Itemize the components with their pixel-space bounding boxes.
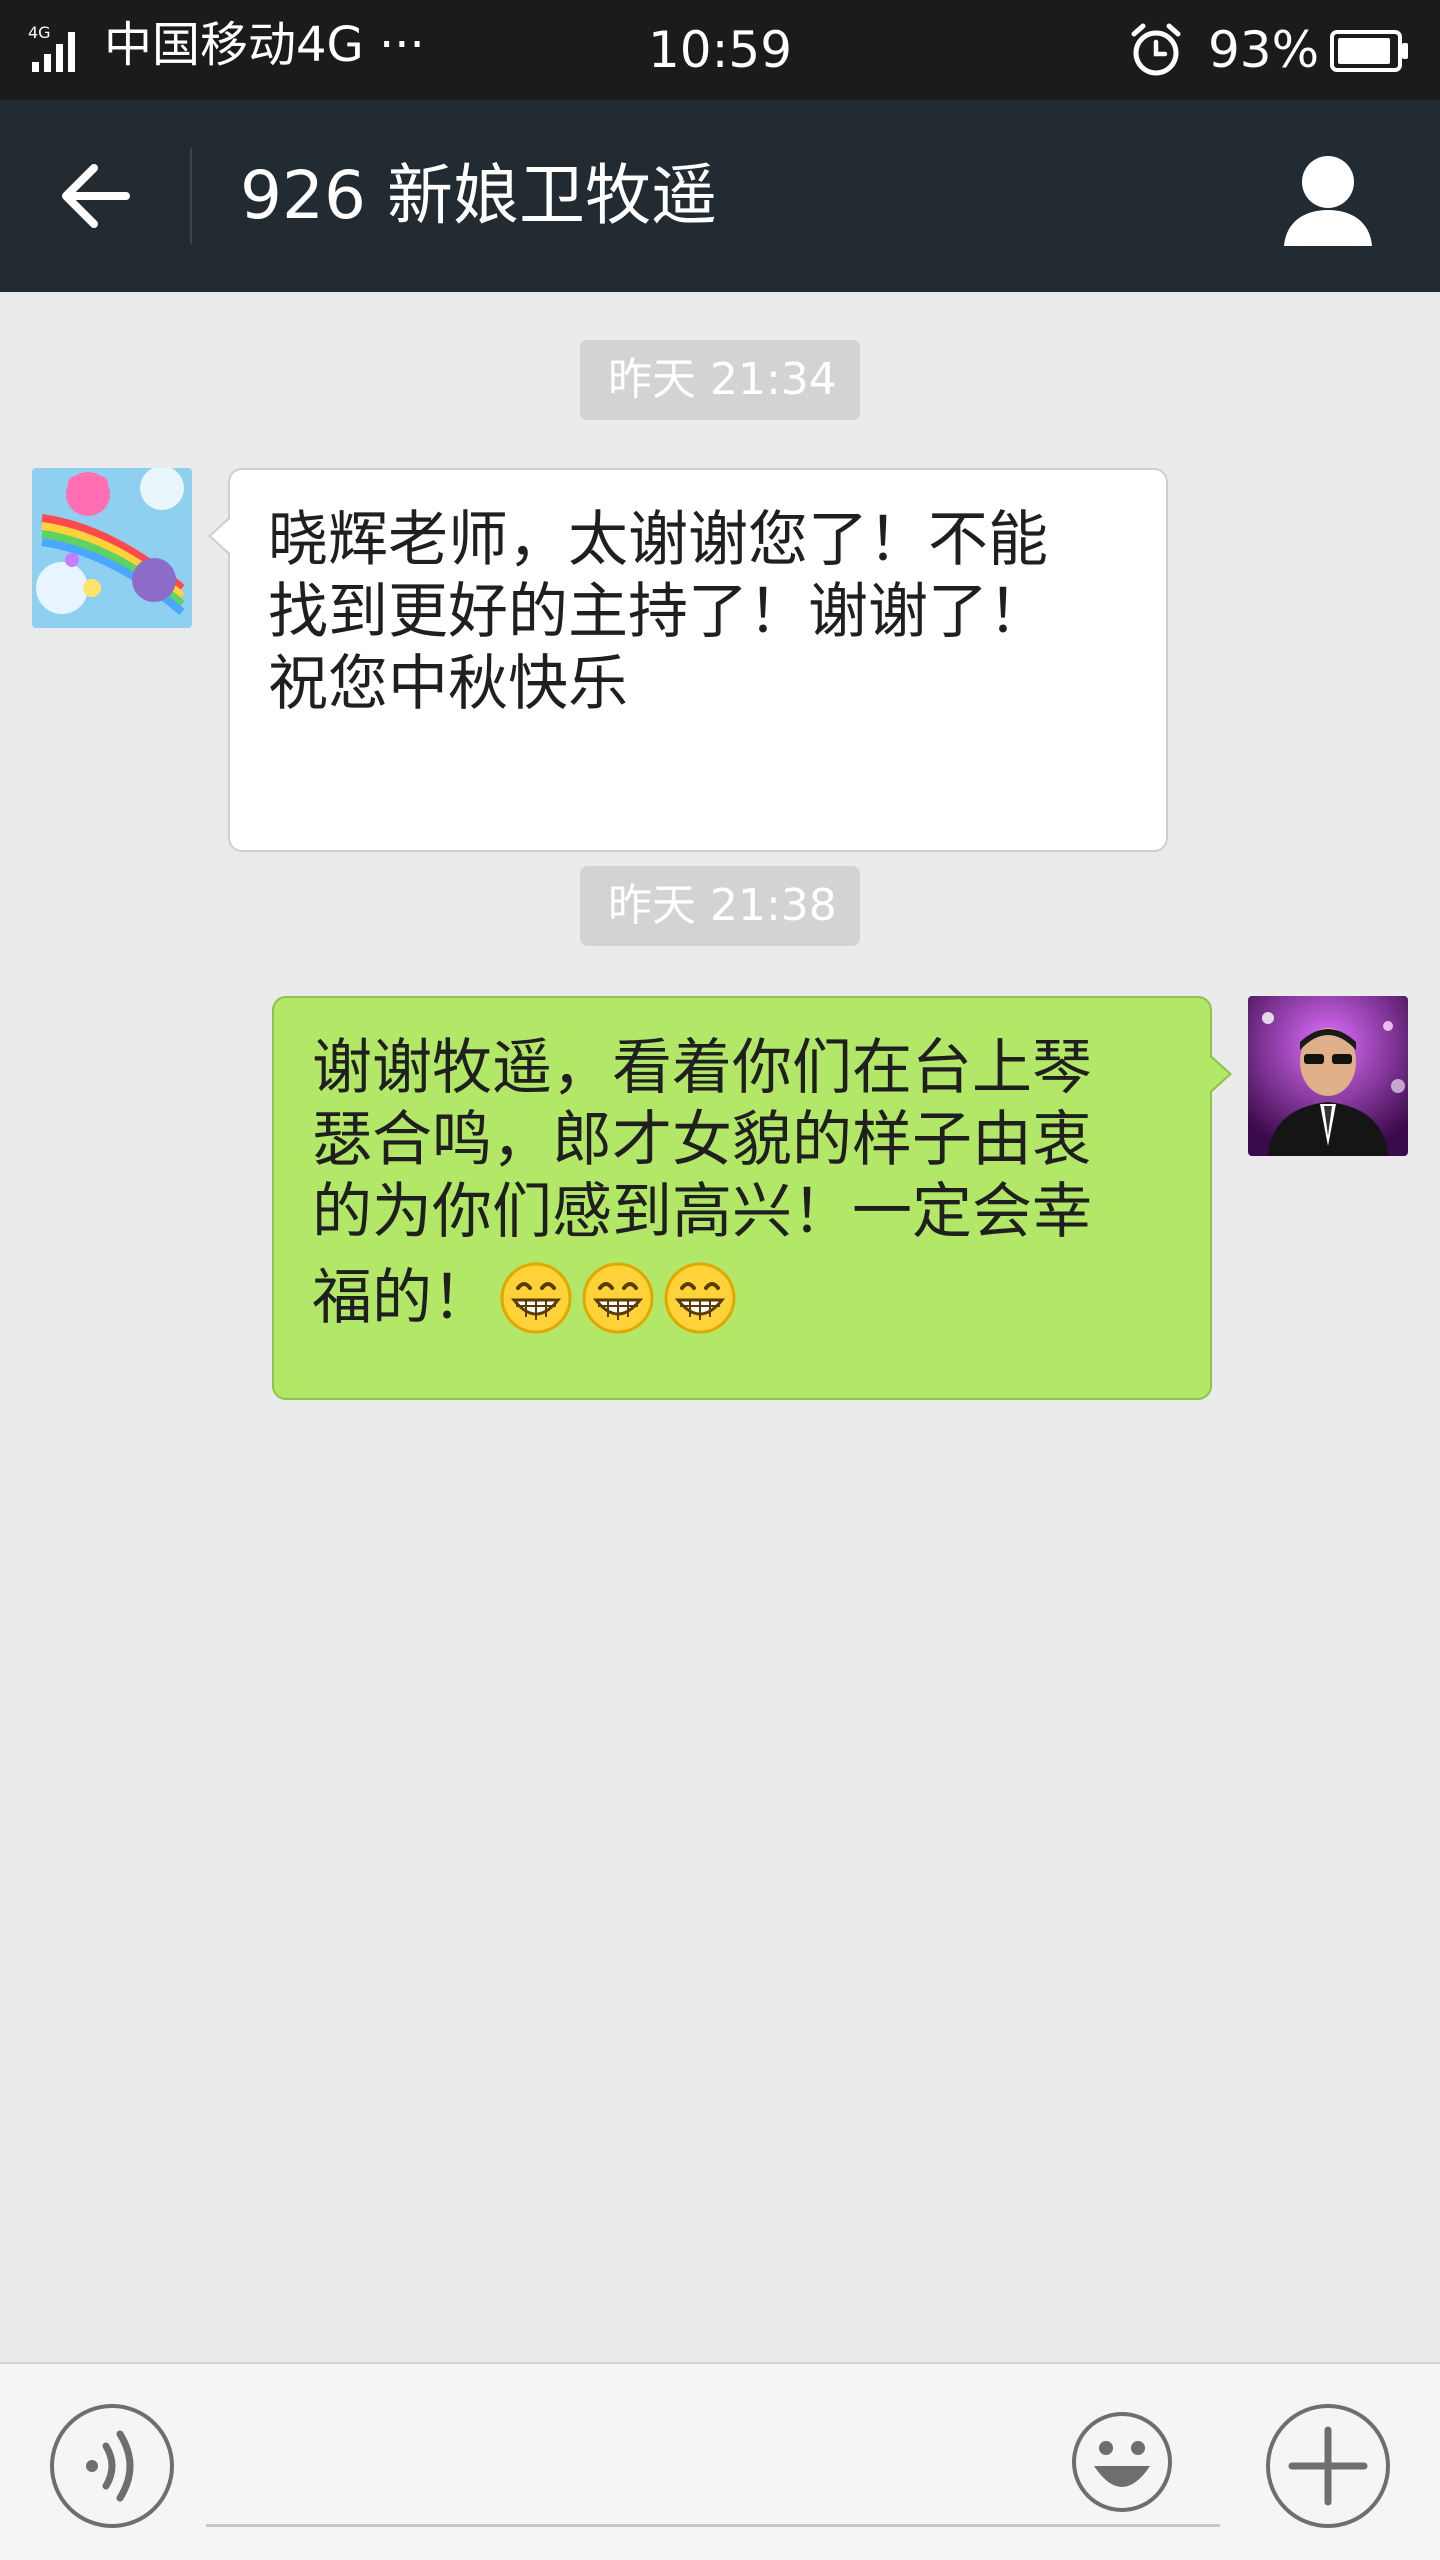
back-button[interactable]	[50, 150, 142, 242]
contact-avatar[interactable]	[32, 468, 192, 628]
message-text-line: 找到更好的主持了！谢谢了！	[268, 577, 1048, 647]
message-list[interactable]: 昨天 21:34 晓辉老师，太谢谢您了！不能 找到更好的主持了！谢谢了！ 祝您中…	[0, 292, 1440, 2362]
grin-emoji-icon	[582, 1262, 654, 1334]
grin-emoji-icon	[664, 1262, 736, 1334]
profile-button[interactable]	[1276, 150, 1380, 250]
arrow-left-icon	[62, 164, 130, 228]
chat-title: 926 新娘卫牧遥	[240, 157, 717, 234]
battery-icon	[1330, 30, 1408, 72]
grin-emoji-icon	[500, 1262, 572, 1334]
emoji-button[interactable]	[1070, 2410, 1174, 2514]
header-divider	[190, 148, 192, 244]
more-button[interactable]	[1264, 2402, 1392, 2530]
message-text-line: 晓辉老师，太谢谢您了！不能	[268, 505, 1048, 575]
status-bar: 4G 中国移动4G ··· 10:59 93%	[0, 0, 1440, 100]
message-timestamp: 昨天 21:38	[580, 866, 860, 946]
message-text-line: 瑟合鸣，郎才女貌的样子由衷	[312, 1105, 1092, 1175]
message-text-line: 福的！	[312, 1263, 492, 1333]
message-text-line: 祝您中秋快乐	[268, 649, 628, 719]
incoming-message-bubble[interactable]: 晓辉老师，太谢谢您了！不能 找到更好的主持了！谢谢了！ 祝您中秋快乐	[208, 468, 1168, 852]
smiley-icon	[1072, 2412, 1172, 2512]
outgoing-message-bubble[interactable]: 谢谢牧遥，看着你们在台上琴 瑟合鸣，郎才女貌的样子由衷 的为你们感到高兴！一定会…	[272, 996, 1232, 1400]
message-timestamp: 昨天 21:34	[580, 340, 860, 420]
message-last-line: 福的！	[312, 1260, 1174, 1336]
alarm-icon	[1131, 23, 1181, 76]
battery-percent: 93%	[1208, 21, 1320, 79]
input-bar	[0, 2362, 1440, 2560]
message-text-line: 的为你们感到高兴！一定会幸	[312, 1177, 1092, 1247]
voice-icon	[86, 2430, 134, 2502]
voice-button[interactable]	[48, 2402, 176, 2530]
person-icon	[1284, 156, 1372, 246]
plus-icon	[1288, 2426, 1368, 2506]
chat-header: 926 新娘卫牧遥	[0, 100, 1440, 292]
message-input[interactable]	[206, 2524, 1220, 2527]
message-text-line: 谢谢牧遥，看着你们在台上琴	[312, 1033, 1092, 1103]
my-avatar[interactable]	[1248, 996, 1408, 1156]
